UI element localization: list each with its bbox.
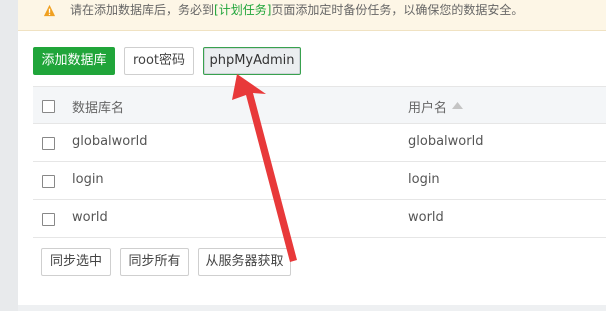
table-row: globalworld globalworld [33, 124, 606, 162]
database-user: login [408, 172, 440, 187]
database-user: world [408, 210, 444, 225]
database-name: globalworld [72, 134, 148, 149]
notice-text-after: 页面添加定时备份任务，以确保您的数据安全。 [271, 3, 524, 17]
sync-selected-button[interactable]: 同步选中 [41, 248, 111, 276]
notice-text: 请在添加数据库后，务必到[计划任务]页面添加定时备份任务，以确保您的数据安全。 [70, 1, 523, 18]
header-database-name: 数据库名 [72, 101, 125, 116]
row-checkbox[interactable] [42, 213, 55, 226]
database-name: world [72, 210, 108, 225]
fetch-from-server-button[interactable]: 从服务器获取 [198, 248, 291, 276]
root-password-button[interactable]: root密码 [124, 47, 194, 75]
table-header: 数据库名 用户名 [33, 86, 606, 124]
warning-icon [43, 4, 56, 17]
database-name: login [72, 172, 104, 187]
database-user: globalworld [408, 134, 484, 149]
sync-all-button[interactable]: 同步所有 [120, 248, 189, 276]
phpmyadmin-button[interactable]: phpMyAdmin [203, 47, 301, 75]
select-all-checkbox[interactable] [42, 100, 55, 113]
header-username[interactable]: 用户名 [408, 97, 447, 116]
row-checkbox[interactable] [42, 137, 55, 150]
row-checkbox[interactable] [42, 175, 55, 188]
notice-bar: 请在添加数据库后，务必到[计划任务]页面添加定时备份任务，以确保您的数据安全。 [18, 0, 606, 31]
sort-asc-icon[interactable] [452, 102, 463, 109]
add-database-button[interactable]: 添加数据库 [33, 47, 115, 75]
notice-text-before: 请在添加数据库后，务必到 [70, 3, 215, 17]
cron-task-link[interactable]: [计划任务] [214, 3, 271, 17]
table-row: login login [33, 162, 606, 200]
table-row: world world [33, 200, 606, 238]
left-gutter [0, 0, 18, 311]
